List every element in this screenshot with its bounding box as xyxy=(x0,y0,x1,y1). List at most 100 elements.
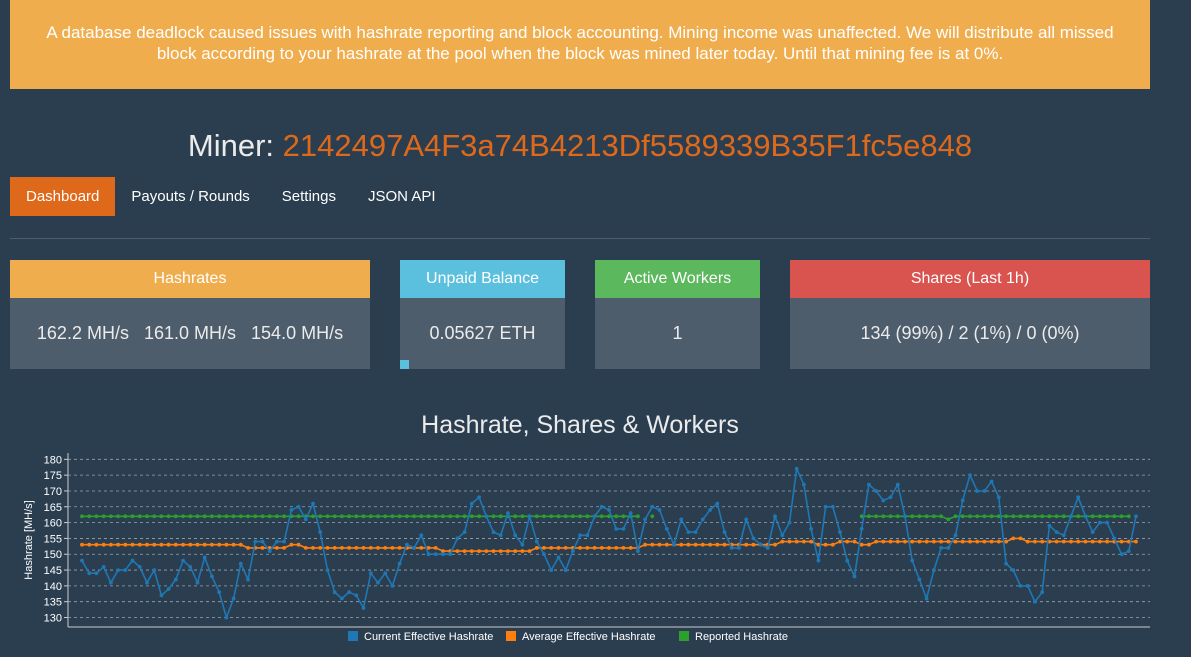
data-point xyxy=(405,514,409,519)
tab-json-api[interactable]: JSON API xyxy=(352,177,452,216)
data-point xyxy=(1090,514,1095,519)
data-point xyxy=(549,546,554,550)
data-point xyxy=(578,546,582,550)
data-point xyxy=(989,514,994,519)
data-point xyxy=(715,501,720,506)
data-point xyxy=(448,514,453,519)
y-tick-label: 170 xyxy=(44,486,62,498)
hashrate-average-value: 161.0 MH/s xyxy=(143,323,237,343)
data-point xyxy=(1061,539,1066,544)
data-point xyxy=(628,511,633,515)
data-point xyxy=(397,546,402,550)
data-point xyxy=(1040,539,1045,544)
data-point xyxy=(845,558,850,563)
data-point xyxy=(123,514,128,519)
data-point xyxy=(282,514,286,519)
data-point xyxy=(599,514,604,519)
data-point xyxy=(794,539,799,544)
data-point xyxy=(686,530,691,534)
data-point xyxy=(982,514,987,519)
data-point xyxy=(563,568,568,572)
data-point xyxy=(932,514,936,519)
data-point xyxy=(679,517,684,522)
data-point xyxy=(744,542,749,547)
legend-label: Current Effective Hashrate xyxy=(364,631,493,643)
tab-settings[interactable]: Settings xyxy=(266,177,352,216)
data-point xyxy=(412,546,416,550)
data-point xyxy=(173,542,178,547)
data-point xyxy=(744,517,749,522)
data-point xyxy=(361,606,366,610)
data-point xyxy=(80,542,84,547)
data-point xyxy=(231,514,236,519)
series-current-effective-hashrate xyxy=(80,465,1138,621)
data-point xyxy=(506,549,510,553)
data-point xyxy=(650,504,655,509)
data-point xyxy=(311,501,315,506)
data-point xyxy=(340,596,344,601)
series-reported-hashrate xyxy=(80,514,1131,522)
data-point xyxy=(101,565,106,569)
y-tick-label: 175 xyxy=(44,470,62,482)
series-line xyxy=(861,515,1129,521)
page-title: Miner: 2142497A4F3a74B4213Df5589339B35F1… xyxy=(0,128,1160,164)
data-point xyxy=(960,514,965,519)
data-point xyxy=(173,514,178,519)
data-point xyxy=(571,549,575,553)
data-point xyxy=(520,542,525,547)
y-tick-label: 155 xyxy=(44,533,62,545)
data-point xyxy=(657,508,662,512)
data-point xyxy=(130,542,135,547)
data-point xyxy=(867,514,871,519)
data-point xyxy=(173,577,178,582)
data-point xyxy=(1011,514,1016,519)
data-point xyxy=(549,568,554,572)
data-point xyxy=(498,549,503,553)
tab-dashboard[interactable]: Dashboard xyxy=(10,177,116,216)
data-point xyxy=(332,514,337,519)
data-point xyxy=(867,482,871,487)
data-point xyxy=(946,546,951,550)
data-point xyxy=(275,514,279,519)
data-point xyxy=(318,530,323,534)
data-point xyxy=(354,546,359,550)
data-point xyxy=(195,580,200,585)
data-point xyxy=(80,514,84,519)
data-point xyxy=(433,514,438,519)
data-point xyxy=(1105,539,1109,544)
data-point xyxy=(867,542,871,547)
data-point xyxy=(469,501,474,506)
data-point xyxy=(542,546,546,550)
hashrate-current-value: 162.2 MH/s xyxy=(36,323,129,343)
data-point xyxy=(592,514,597,519)
data-point xyxy=(390,584,395,588)
data-point xyxy=(253,514,258,519)
data-point xyxy=(296,504,301,509)
data-point xyxy=(419,514,424,519)
data-point xyxy=(802,539,806,544)
data-point xyxy=(275,546,279,550)
data-point xyxy=(426,552,431,557)
data-point xyxy=(636,549,640,553)
data-point xyxy=(325,546,330,550)
data-point xyxy=(578,514,582,519)
data-point xyxy=(1040,590,1045,595)
data-point xyxy=(773,542,777,547)
data-point xyxy=(578,533,582,538)
tab-payouts-rounds[interactable]: Payouts / Rounds xyxy=(115,177,265,216)
miner-address[interactable]: 2142497A4F3a74B4213Df5589339B35F1fc5e848 xyxy=(283,128,972,163)
data-point xyxy=(159,593,164,598)
data-point xyxy=(246,514,250,519)
data-point xyxy=(751,536,756,541)
data-point xyxy=(1126,549,1131,553)
data-point xyxy=(210,542,214,547)
data-point xyxy=(614,527,619,531)
data-point xyxy=(917,514,922,519)
data-point xyxy=(556,546,561,550)
legend-label: Average Effective Hashrate xyxy=(522,631,656,643)
data-point xyxy=(895,539,900,544)
data-point xyxy=(1033,539,1037,544)
data-point xyxy=(549,514,554,519)
y-tick-label: 140 xyxy=(44,581,62,593)
data-point xyxy=(1004,514,1008,519)
